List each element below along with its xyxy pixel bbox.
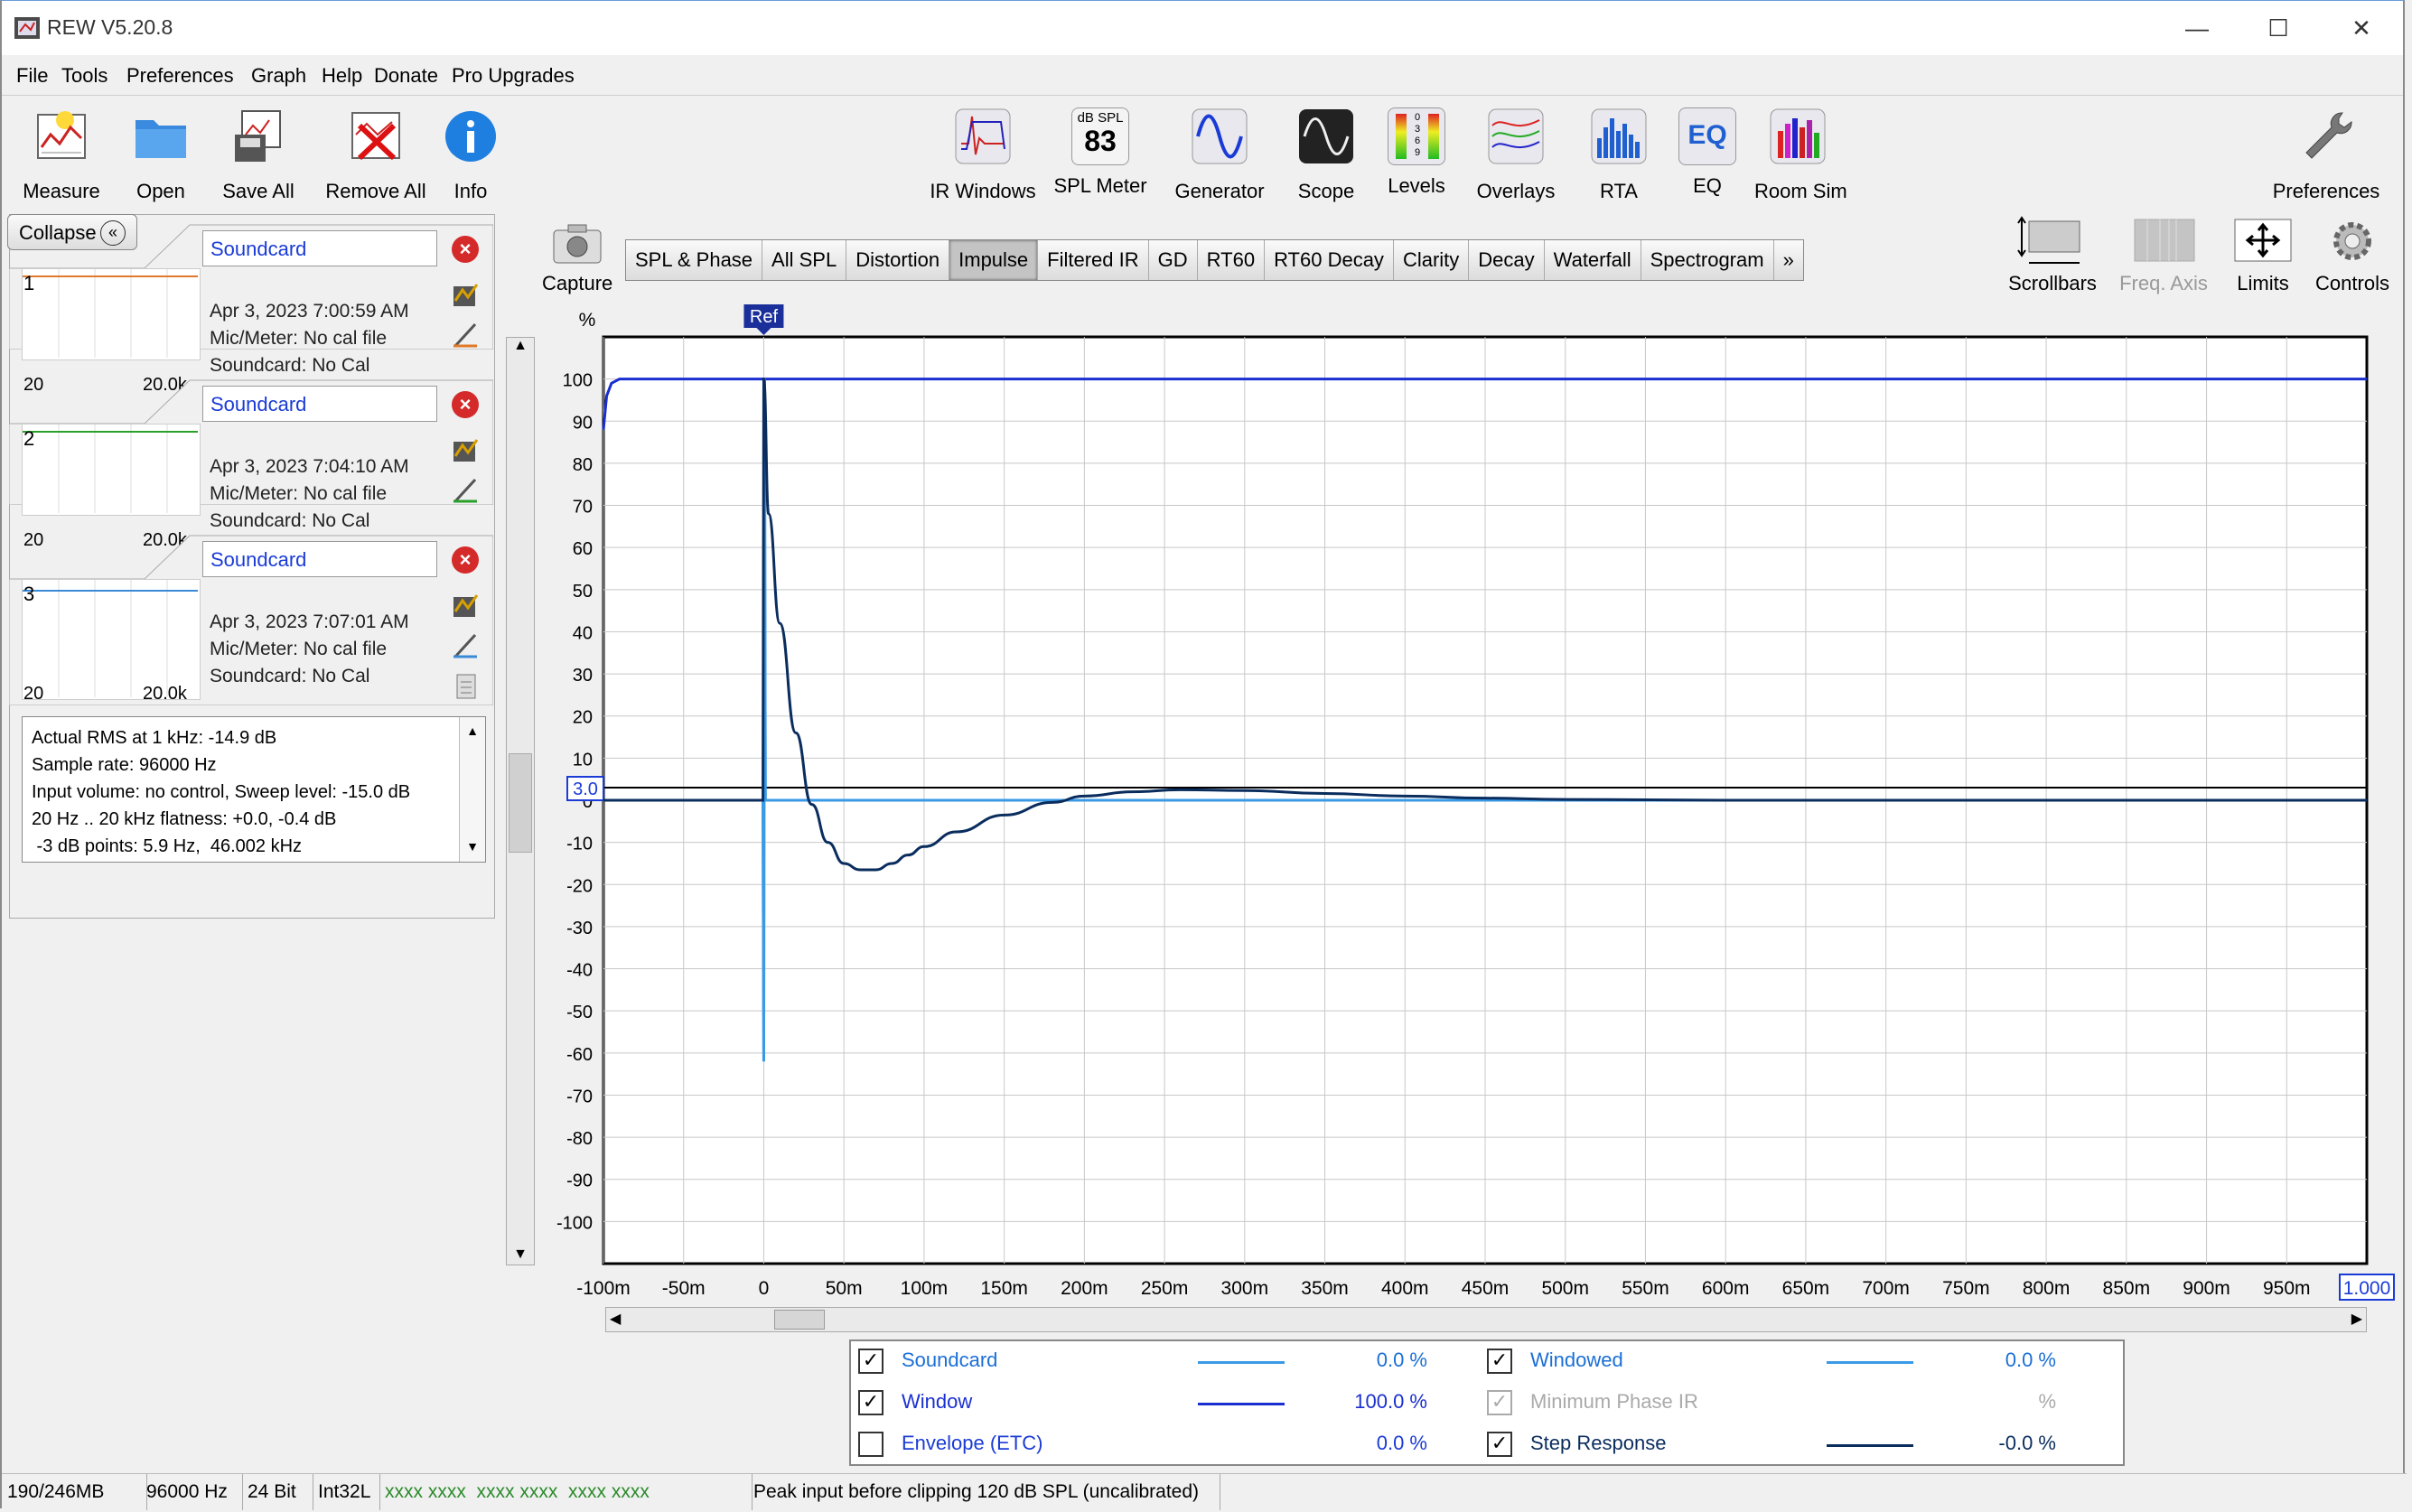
x-tick-label: -100m [576, 1278, 631, 1299]
legend-row-minimum-phase: ✓ Minimum Phase IR % [1487, 1386, 2056, 1423]
y-tick-label: -100 [556, 1213, 593, 1233]
legend-line-swatch [1198, 1361, 1285, 1364]
legend-name: Soundcard [902, 1349, 998, 1371]
input-level-meter: xxxx xxxx xxxx xxxx xxxx xxxx [379, 1474, 753, 1510]
y-tick-label: 50 [573, 582, 593, 602]
x-tick-label: 700m [1862, 1278, 1910, 1299]
x-tick-label: 500m [1541, 1278, 1589, 1299]
legend-checkbox[interactable]: ✓ [1487, 1349, 1512, 1374]
legend-row-envelope[interactable]: Envelope (ETC) 0.0 % [858, 1428, 1427, 1464]
x-tick-label: 350m [1301, 1278, 1349, 1299]
legend-row-window[interactable]: ✓ Window 100.0 % [858, 1386, 1427, 1423]
ref-marker-label: Ref [750, 307, 779, 327]
y-tick-label: 10 [573, 750, 593, 770]
trace-legend: ✓ Soundcard 0.0 % ✓ Window 100.0 % Envel… [849, 1339, 2125, 1466]
app-window: REW V5.20.8 — ☐ ✕ File Tools Preferences… [0, 0, 2407, 1510]
memory-usage: 190/246MB [2, 1474, 147, 1510]
legend-checkbox[interactable]: ✓ [858, 1390, 883, 1415]
legend-checkbox[interactable] [858, 1432, 883, 1457]
legend-line-swatch [1827, 1444, 1913, 1447]
x-tick-label: 250m [1141, 1278, 1189, 1299]
sample-rate: 96000 Hz [141, 1474, 243, 1510]
ref-marker-pointer [756, 328, 771, 335]
x-tick-label: 300m [1221, 1278, 1269, 1299]
legend-line-swatch [1198, 1403, 1285, 1405]
legend-checkbox: ✓ [1487, 1390, 1512, 1415]
y-tick-label: 20 [573, 708, 593, 728]
y-tick-label: 90 [573, 413, 593, 433]
y-tick-label: 40 [573, 623, 593, 643]
y-axis-label: % [579, 310, 596, 331]
y-cursor-label: 3.0 [573, 779, 598, 799]
y-tick-label: -10 [566, 835, 593, 854]
x-tick-label: -50m [662, 1278, 706, 1299]
legend-name: Windowed [1530, 1349, 1623, 1371]
scroll-right-icon[interactable]: ▶ [2351, 1308, 2362, 1331]
x-end-label: 1.000 [2343, 1278, 2391, 1299]
legend-value: 0.0 % [1376, 1349, 1427, 1371]
x-tick-label: 0 [759, 1278, 770, 1299]
impulse-graph[interactable]: 1009080706050403020100-10-20-30-40-50-60… [2, 1, 2407, 1332]
x-tick-label: 750m [1942, 1278, 1990, 1299]
scroll-left-icon[interactable]: ◀ [610, 1308, 621, 1331]
x-tick-label: 600m [1702, 1278, 1750, 1299]
y-tick-label: -20 [566, 876, 593, 896]
y-tick-label: 100 [563, 371, 593, 391]
y-tick-label: -30 [566, 919, 593, 938]
y-tick-label: -80 [566, 1129, 593, 1149]
legend-value: 0.0 % [1376, 1432, 1427, 1454]
y-tick-label: 70 [573, 498, 593, 518]
x-tick-label: 50m [826, 1278, 863, 1299]
peak-input-status: Peak input before clipping 120 dB SPL (u… [748, 1474, 1220, 1510]
legend-line-swatch [1827, 1361, 1913, 1364]
sample-format: Int32L [313, 1474, 380, 1510]
horizontal-scroll-thumb[interactable] [774, 1310, 825, 1330]
y-tick-label: 80 [573, 455, 593, 475]
legend-row-step-response[interactable]: ✓ Step Response -0.0 % [1487, 1428, 2056, 1464]
legend-value: 100.0 % [1354, 1390, 1427, 1413]
legend-value: 0.0 % [2005, 1349, 2056, 1371]
status-bar: 190/246MB 96000 Hz 24 Bit Int32L xxxx xx… [2, 1473, 2407, 1510]
legend-checkbox[interactable]: ✓ [1487, 1432, 1512, 1457]
x-tick-label: 950m [2263, 1278, 2311, 1299]
bit-depth: 24 Bit [242, 1474, 313, 1510]
y-tick-label: 30 [573, 666, 593, 686]
legend-row-soundcard[interactable]: ✓ Soundcard 0.0 % [858, 1345, 1427, 1381]
legend-name: Step Response [1530, 1432, 1667, 1454]
y-tick-label: -70 [566, 1087, 593, 1106]
legend-checkbox[interactable]: ✓ [858, 1349, 883, 1374]
graph-horizontal-scrollbar[interactable]: ◀ ▶ [605, 1307, 2367, 1332]
y-tick-label: -60 [566, 1045, 593, 1065]
x-tick-label: 850m [2103, 1278, 2151, 1299]
legend-value: % [2038, 1390, 2056, 1413]
legend-row-windowed[interactable]: ✓ Windowed 0.0 % [1487, 1345, 2056, 1381]
x-tick-label: 100m [901, 1278, 949, 1299]
x-tick-label: 900m [2183, 1278, 2230, 1299]
y-tick-label: 60 [573, 539, 593, 559]
y-tick-label: -40 [566, 961, 593, 981]
y-tick-label: -50 [566, 1003, 593, 1022]
legend-name: Envelope (ETC) [902, 1432, 1043, 1454]
x-tick-label: 400m [1381, 1278, 1429, 1299]
legend-name: Window [902, 1390, 973, 1413]
x-tick-label: 450m [1462, 1278, 1510, 1299]
legend-name: Minimum Phase IR [1530, 1390, 1698, 1413]
y-tick-label: -90 [566, 1171, 593, 1191]
x-tick-label: 800m [2023, 1278, 2071, 1299]
x-tick-label: 650m [1782, 1278, 1830, 1299]
x-tick-label: 150m [980, 1278, 1028, 1299]
x-tick-label: 200m [1061, 1278, 1108, 1299]
legend-value: -0.0 % [1998, 1432, 2056, 1454]
x-tick-label: 550m [1622, 1278, 1669, 1299]
